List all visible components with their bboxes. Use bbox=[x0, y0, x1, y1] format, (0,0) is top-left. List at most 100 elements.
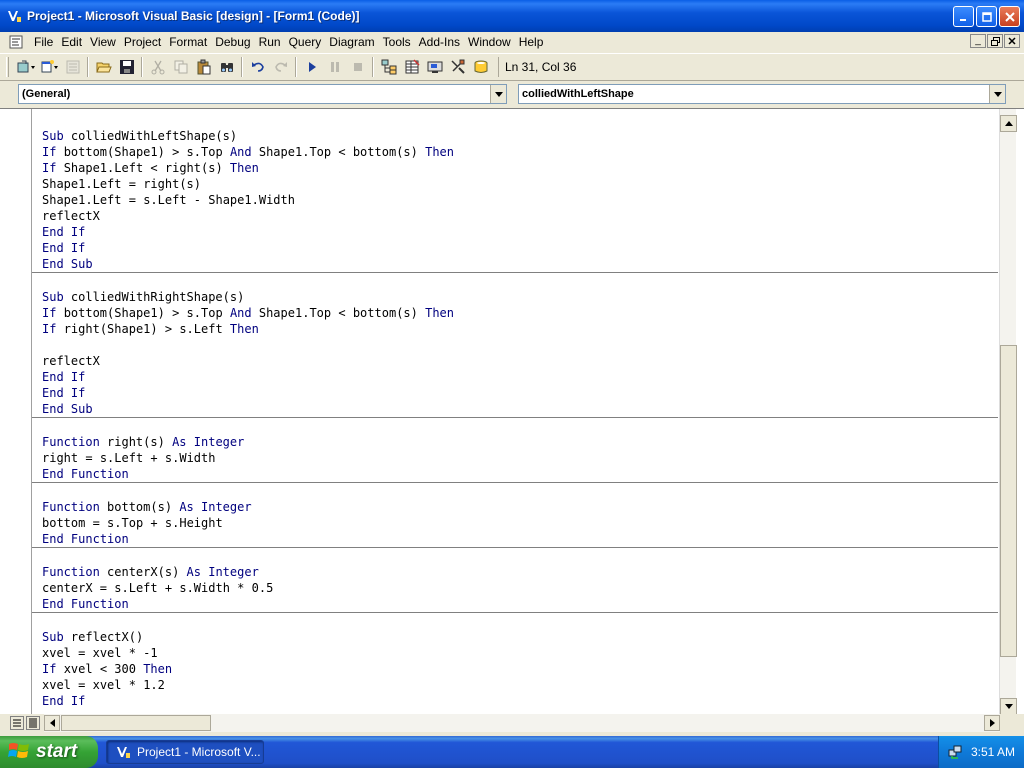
toolbar-grip[interactable] bbox=[6, 57, 9, 77]
scroll-left-icon[interactable] bbox=[44, 715, 60, 731]
add-project-icon[interactable] bbox=[15, 56, 38, 78]
vb-app-icon[interactable] bbox=[6, 8, 22, 24]
code-line[interactable]: xvel = xvel * -1 bbox=[42, 645, 998, 661]
clock[interactable]: 3:51 AM bbox=[971, 745, 1015, 759]
chevron-down-icon[interactable] bbox=[989, 85, 1005, 103]
code-line[interactable]: End Sub bbox=[42, 256, 998, 272]
toolbox-icon[interactable] bbox=[469, 56, 492, 78]
margin-indicator-bar[interactable] bbox=[10, 109, 32, 715]
code-line[interactable]: bottom = s.Top + s.Height bbox=[42, 515, 998, 531]
close-button[interactable] bbox=[999, 6, 1020, 27]
open-folder-icon[interactable] bbox=[92, 56, 115, 78]
child-minimize-button[interactable]: _ bbox=[970, 34, 986, 48]
system-tray: 3:51 AM bbox=[938, 736, 1024, 768]
taskbar-button-label: Project1 - Microsoft V... bbox=[137, 745, 261, 759]
code-line[interactable]: End If bbox=[42, 693, 998, 709]
menu-view[interactable]: View bbox=[86, 35, 120, 49]
horizontal-scroll-thumb[interactable] bbox=[61, 715, 211, 731]
menu-help[interactable]: Help bbox=[515, 35, 548, 49]
scroll-down-icon[interactable] bbox=[1000, 698, 1017, 715]
code-line[interactable]: End Function bbox=[42, 531, 998, 547]
code-line[interactable]: If xvel < 300 Then bbox=[42, 661, 998, 677]
menu-project[interactable]: Project bbox=[120, 35, 165, 49]
undo-icon[interactable] bbox=[246, 56, 269, 78]
object-combo[interactable]: (General) bbox=[18, 84, 507, 104]
code-line[interactable]: Sub reflectX() bbox=[42, 629, 998, 645]
scroll-up-icon[interactable] bbox=[1000, 115, 1017, 132]
code-line[interactable]: Function right(s) As Integer bbox=[42, 434, 998, 450]
code-line[interactable]: End If bbox=[42, 369, 998, 385]
code-line[interactable]: End If bbox=[42, 240, 998, 256]
add-form-icon[interactable] bbox=[38, 56, 61, 78]
project-explorer-icon[interactable] bbox=[377, 56, 400, 78]
paste-icon[interactable] bbox=[192, 56, 215, 78]
copy-icon[interactable] bbox=[169, 56, 192, 78]
code-window-icon[interactable] bbox=[8, 34, 24, 50]
menu-format[interactable]: Format bbox=[165, 35, 211, 49]
code-line[interactable]: reflectX bbox=[42, 208, 998, 224]
code-line[interactable]: reflectX bbox=[42, 353, 998, 369]
full-module-view-icon[interactable] bbox=[26, 716, 40, 730]
code-line[interactable]: Function bottom(s) As Integer bbox=[42, 499, 998, 515]
code-line[interactable]: End If bbox=[42, 224, 998, 240]
menu-file[interactable]: File bbox=[30, 35, 57, 49]
save-icon[interactable] bbox=[115, 56, 138, 78]
form-layout-icon[interactable] bbox=[423, 56, 446, 78]
child-close-button[interactable] bbox=[1004, 34, 1020, 48]
menu-tools[interactable]: Tools bbox=[379, 35, 415, 49]
menu-diagram[interactable]: Diagram bbox=[325, 35, 378, 49]
code-line[interactable]: End Function bbox=[42, 596, 998, 612]
vertical-scroll-thumb[interactable] bbox=[1000, 345, 1017, 657]
code-line[interactable]: xvel = xvel * 1.2 bbox=[42, 677, 998, 693]
code-line[interactable]: End Sub bbox=[42, 401, 998, 417]
menu-window[interactable]: Window bbox=[464, 35, 515, 49]
menu-add-ins[interactable]: Add-Ins bbox=[415, 35, 464, 49]
find-icon[interactable] bbox=[215, 56, 238, 78]
properties-window-icon[interactable] bbox=[400, 56, 423, 78]
vertical-scrollbar[interactable] bbox=[999, 109, 1017, 715]
code-line[interactable]: If Shape1.Left < right(s) Then bbox=[42, 160, 998, 176]
code-line[interactable]: End If bbox=[42, 385, 998, 401]
cut-icon[interactable] bbox=[146, 56, 169, 78]
code-line[interactable]: centerX = s.Left + s.Width * 0.5 bbox=[42, 580, 998, 596]
minimize-button[interactable] bbox=[953, 6, 974, 27]
procedure-view-icon[interactable] bbox=[10, 716, 24, 730]
horizontal-scrollbar[interactable] bbox=[44, 714, 1000, 732]
maximize-button[interactable] bbox=[976, 6, 997, 27]
redo-icon[interactable] bbox=[269, 56, 292, 78]
code-line[interactable] bbox=[42, 337, 998, 353]
break-icon[interactable] bbox=[323, 56, 346, 78]
start-button[interactable]: start bbox=[0, 736, 98, 768]
code-line[interactable]: End Function bbox=[42, 466, 998, 482]
code-line[interactable]: If bottom(Shape1) > s.Top And Shape1.Top… bbox=[42, 144, 998, 160]
procedure-block: Sub colliedWithRightShape(s) If bottom(S… bbox=[32, 273, 998, 418]
menu-debug[interactable]: Debug bbox=[211, 35, 254, 49]
code-line[interactable]: Function centerX(s) As Integer bbox=[42, 564, 998, 580]
menu-editor-icon[interactable] bbox=[61, 56, 84, 78]
code-line[interactable]: right = s.Left + s.Width bbox=[42, 450, 998, 466]
toolbar-separator bbox=[141, 57, 143, 77]
menu-edit[interactable]: Edit bbox=[57, 35, 86, 49]
taskbar-button-project1[interactable]: Project1 - Microsoft V... bbox=[106, 740, 264, 764]
child-restore-button[interactable] bbox=[987, 34, 1003, 48]
code-line[interactable]: Shape1.Left = s.Left - Shape1.Width bbox=[42, 192, 998, 208]
menu-run[interactable]: Run bbox=[255, 35, 285, 49]
code-line[interactable]: If bottom(Shape1) > s.Top And Shape1.Top… bbox=[42, 305, 998, 321]
code-line[interactable]: Shape1.Left = right(s) bbox=[42, 176, 998, 192]
code-line[interactable]: If right(Shape1) > s.Left Then bbox=[42, 321, 998, 337]
code-area[interactable]: Sub colliedWithLeftShape(s) If bottom(Sh… bbox=[32, 128, 998, 714]
menu-query[interactable]: Query bbox=[285, 35, 326, 49]
end-icon[interactable] bbox=[346, 56, 369, 78]
procedure-combo[interactable]: colliedWithLeftShape bbox=[518, 84, 1006, 104]
chevron-down-icon[interactable] bbox=[490, 85, 506, 103]
code-editor[interactable]: Sub colliedWithLeftShape(s) If bottom(Sh… bbox=[0, 108, 1024, 715]
start-run-icon[interactable] bbox=[300, 56, 323, 78]
network-icon[interactable] bbox=[947, 744, 963, 760]
menu-bar: File Edit View Project Format Debug Run … bbox=[0, 32, 1024, 52]
object-browser-icon[interactable] bbox=[446, 56, 469, 78]
code-line[interactable]: Sub colliedWithLeftShape(s) bbox=[42, 128, 998, 144]
toolbar-separator bbox=[372, 57, 374, 77]
procedure-block: Function bottom(s) As Integer bottom = s… bbox=[32, 483, 998, 548]
code-line[interactable]: Sub colliedWithRightShape(s) bbox=[42, 289, 998, 305]
scroll-right-icon[interactable] bbox=[984, 715, 1000, 731]
